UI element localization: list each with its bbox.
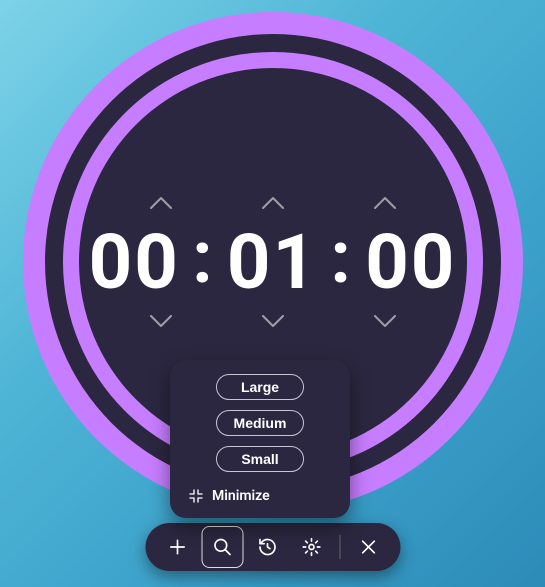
time-display: 00 : 01 : 00: [82, 224, 463, 300]
minutes-up-chevron-icon[interactable]: [261, 196, 285, 210]
reset-history-button[interactable]: [247, 527, 287, 567]
minimize-icon: [188, 488, 204, 504]
separator: :: [186, 222, 220, 294]
gear-icon: [301, 537, 321, 557]
close-button[interactable]: [348, 527, 388, 567]
toolbar: [145, 523, 400, 571]
size-option-medium[interactable]: Medium: [216, 410, 304, 436]
hours-up-chevron-icon[interactable]: [149, 196, 173, 210]
seconds-down-chevron-icon[interactable]: [373, 314, 397, 328]
size-option-large[interactable]: Large: [216, 374, 304, 400]
minimize-label: Minimize: [212, 488, 270, 504]
minimize-button[interactable]: Minimize: [182, 484, 338, 506]
close-icon: [358, 537, 378, 557]
hours-value[interactable]: 00: [82, 224, 186, 300]
zoom-size-button[interactable]: [201, 526, 243, 568]
settings-button[interactable]: [291, 527, 331, 567]
minutes-down-chevron-icon[interactable]: [261, 314, 285, 328]
decrement-row: [149, 314, 397, 328]
add-timer-button[interactable]: [157, 527, 197, 567]
size-option-small[interactable]: Small: [216, 446, 304, 472]
separator: :: [325, 222, 359, 294]
magnifier-icon: [212, 537, 232, 557]
size-menu-popup: Large Medium Small Minimize: [170, 360, 350, 518]
history-icon: [257, 537, 277, 557]
seconds-value[interactable]: 00: [359, 224, 463, 300]
minutes-value[interactable]: 01: [221, 224, 325, 300]
seconds-up-chevron-icon[interactable]: [373, 196, 397, 210]
increment-row: [149, 196, 397, 210]
timer-app: 00 : 01 : 00 Large Medium Small Minimize: [0, 0, 545, 587]
plus-icon: [167, 537, 187, 557]
hours-down-chevron-icon[interactable]: [149, 314, 173, 328]
toolbar-divider: [339, 535, 340, 559]
